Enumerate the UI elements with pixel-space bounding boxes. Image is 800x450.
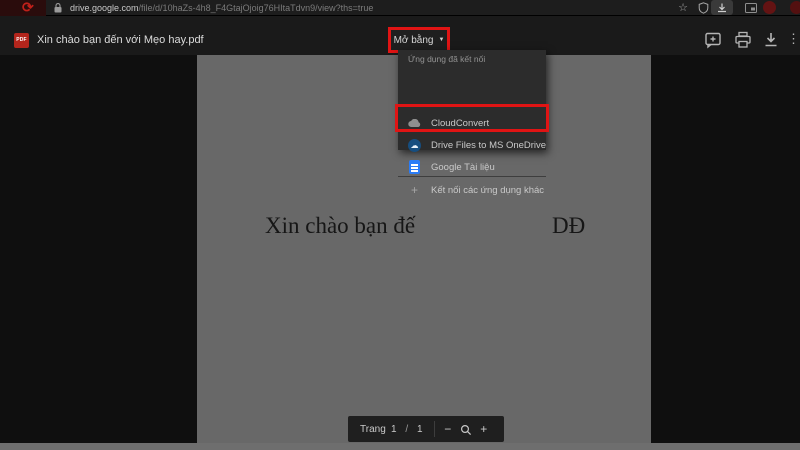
open-with-button[interactable]: Mở bằng ▼ <box>391 30 447 50</box>
open-with-label: Mở bằng <box>393 34 434 46</box>
url-path: /file/d/10haZs-4h8_F4GtajOjoig76HItaTdvn… <box>138 3 374 13</box>
onedrive-icon: ☁ <box>408 138 421 152</box>
print-icon[interactable] <box>734 31 752 49</box>
menu-item-label: Google Tài liệu <box>431 161 495 173</box>
current-page-input[interactable]: 1 <box>386 424 402 435</box>
add-comment-icon[interactable] <box>704 31 722 49</box>
annotation-google-docs <box>395 104 549 132</box>
connected-apps-header: Ứng dụng đã kết nối <box>408 54 486 64</box>
lock-icon[interactable] <box>54 3 62 13</box>
page-toolbar: Trang 1 / 1 − + <box>348 416 504 442</box>
picture-in-picture-icon[interactable] <box>745 3 757 13</box>
more-options-icon[interactable]: ⋮ <box>787 30 800 48</box>
zoom-in-button[interactable]: + <box>475 420 493 438</box>
menu-item-label: Drive Files to MS OneDrive <box>431 139 547 151</box>
reload-icon[interactable]: ⟳ <box>22 0 34 15</box>
shield-icon[interactable] <box>698 2 709 14</box>
chevron-down-icon: ▼ <box>438 37 445 43</box>
plus-icon: + <box>410 183 418 197</box>
toolbar-divider <box>433 421 435 437</box>
pdf-file-type-icon: PDF <box>14 33 29 48</box>
browser-menu-badge[interactable] <box>790 1 800 14</box>
bookmark-star-icon[interactable]: ☆ <box>676 1 690 15</box>
document-text-fragment: DĐ <box>552 213 586 238</box>
menu-item-connect-more-apps[interactable]: + Kết nối các ứng dụng khác <box>398 179 546 201</box>
menu-item-label: Kết nối các ứng dụng khác <box>431 184 545 196</box>
menu-divider <box>398 176 546 177</box>
download-icon[interactable] <box>762 31 780 49</box>
open-with-menu: Ứng dụng đã kết nối CloudConvert ☁ Drive… <box>398 50 546 197</box>
menu-item-onedrive[interactable]: ☁ Drive Files to MS OneDrive <box>398 134 546 156</box>
document-text: Xin chào bạn đế <box>265 213 416 238</box>
total-pages: 1 <box>416 423 423 435</box>
zoom-out-button[interactable]: − <box>439 420 457 438</box>
browser-address-bar[interactable]: ⟳ drive.google.com/file/d/10haZs-4h8_F4G… <box>0 0 800 16</box>
url-host: drive.google.com <box>70 3 139 13</box>
url-text: drive.google.com/file/d/10haZs-4h8_F4Gta… <box>70 2 373 14</box>
file-title: Xin chào bạn đến với Mẹo hay.pdf <box>37 34 204 46</box>
bottom-edge-strip <box>0 443 800 450</box>
profile-avatar[interactable] <box>763 1 776 14</box>
menu-item-google-docs[interactable]: Google Tài liệu <box>398 156 546 178</box>
page-label: Trang <box>360 423 386 435</box>
page-separator: / <box>405 423 409 435</box>
zoom-tool-icon[interactable] <box>457 420 475 438</box>
google-docs-icon <box>408 160 421 174</box>
browser-download-icon[interactable] <box>717 3 727 13</box>
screen: ⟳ drive.google.com/file/d/10haZs-4h8_F4G… <box>0 0 800 450</box>
